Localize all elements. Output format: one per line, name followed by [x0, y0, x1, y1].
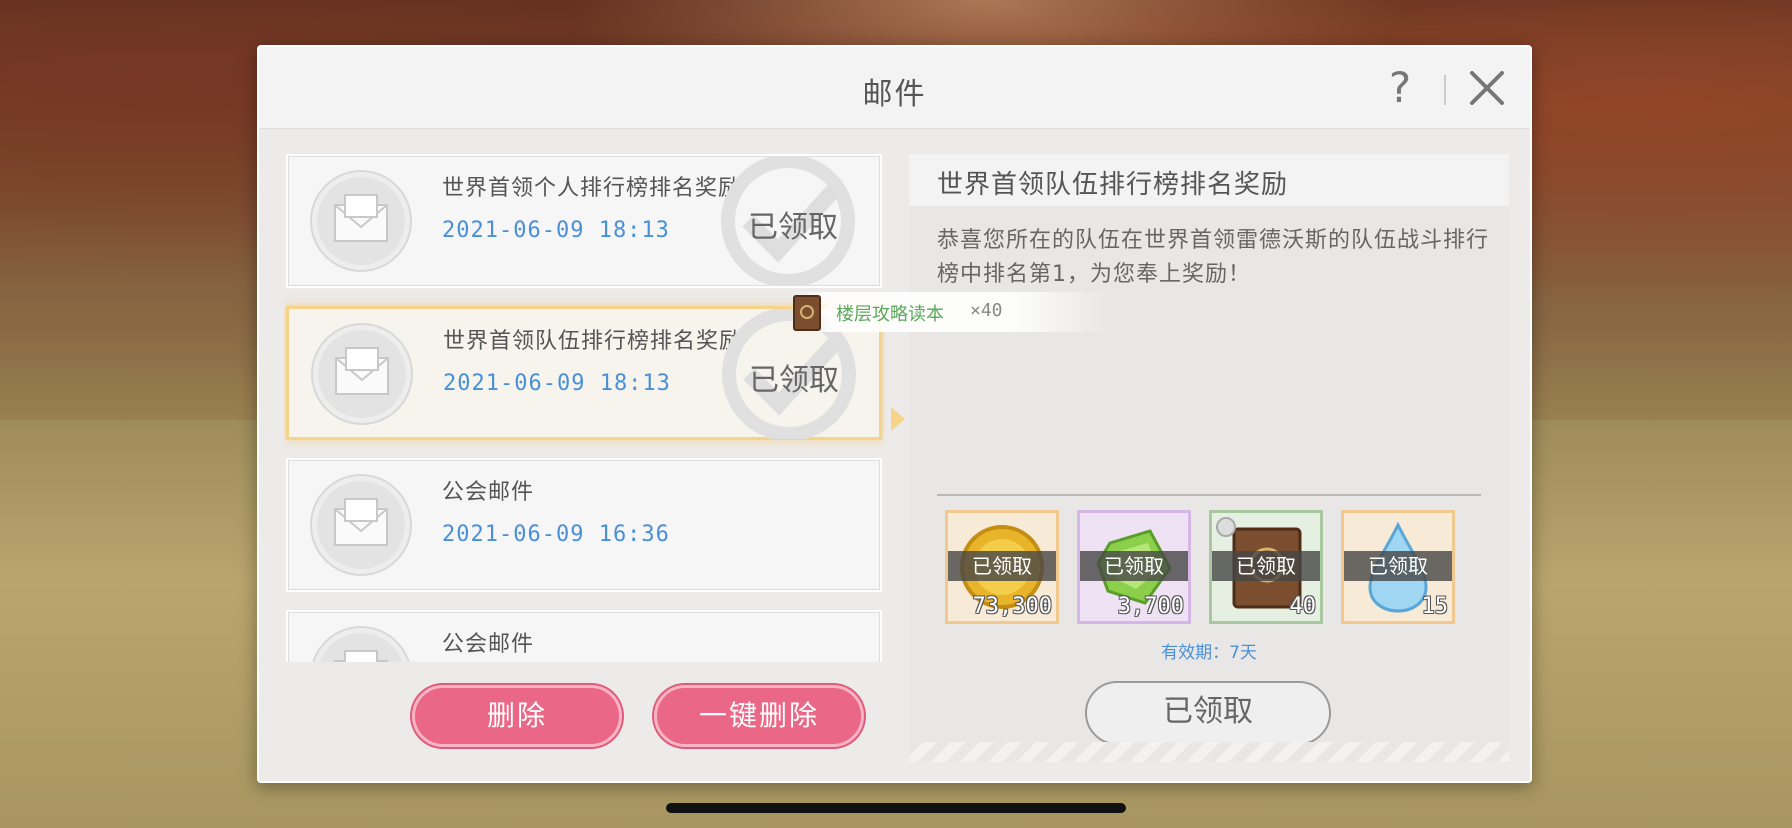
- help-icon[interactable]: ?: [1380, 65, 1420, 111]
- close-icon[interactable]: [1466, 67, 1508, 109]
- claimed-button[interactable]: 已领取: [1085, 681, 1331, 745]
- detail-title: 世界首领队伍排行榜排名奖励: [937, 170, 1289, 200]
- mail-title: 世界首领个人排行榜排名奖励: [442, 176, 742, 201]
- mail-avatar: [313, 325, 411, 423]
- book-icon: [793, 295, 821, 331]
- reward-item[interactable]: 已领取 40: [1209, 510, 1323, 624]
- mail-list[interactable]: 世界首领个人排行榜排名奖励 2021-06-09 18:13 已领取 世界首领队…: [284, 154, 885, 662]
- dialog-header: 邮件 ?: [259, 47, 1530, 129]
- mail-date: 2021-06-09 16:36: [442, 522, 670, 547]
- detail-body: 恭喜您所在的队伍在世界首领雷德沃斯的队伍战斗排行榜中排名第1，为您奉上奖励！: [937, 228, 1490, 287]
- reward-count: 73,300: [972, 594, 1052, 619]
- delete-button[interactable]: 删除: [412, 685, 622, 747]
- envelope-icon: [334, 194, 388, 242]
- tooltip-quantity: ×40: [970, 300, 1003, 321]
- reward-count: 15: [1421, 594, 1449, 619]
- mail-detail-panel: 世界首领队伍排行榜排名奖励 恭喜您所在的队伍在世界首领雷德沃斯的队伍战斗排行榜中…: [909, 154, 1509, 762]
- detail-header: 世界首领队伍排行榜排名奖励: [909, 154, 1509, 206]
- reward-item[interactable]: 已领取 73,300: [945, 510, 1059, 624]
- mail-status: 已领取: [748, 210, 838, 245]
- reward-claimed-label: 已领取: [1080, 551, 1188, 581]
- mail-status: 已领取: [749, 363, 839, 398]
- reward-count: 40: [1289, 594, 1317, 619]
- envelope-icon: [334, 498, 388, 546]
- selection-arrow-icon: [891, 407, 905, 431]
- tooltip-item-name: 楼层攻略读本: [836, 304, 944, 325]
- mail-date: 2021-06-09 18:13: [442, 218, 670, 243]
- header-divider: [1444, 75, 1446, 105]
- reward-item[interactable]: 已领取 3,700: [1077, 510, 1191, 624]
- home-indicator[interactable]: [666, 803, 1126, 813]
- mail-dialog: 邮件 ? 世界首领个人排行榜排名奖励 2021-06-09 18:13 已领取 …: [257, 45, 1532, 783]
- mail-avatar: [312, 172, 410, 270]
- mail-avatar: [312, 476, 410, 574]
- validity-text: 有效期：7天: [1161, 643, 1257, 663]
- mail-avatar: [312, 628, 410, 662]
- item-tooltip: 楼层攻略读本 ×40: [790, 292, 1110, 332]
- delete-all-button[interactable]: 一键删除: [654, 685, 864, 747]
- reward-item[interactable]: 已领取 15: [1341, 510, 1455, 624]
- mail-date: 2021-06-09 18:13: [443, 371, 671, 396]
- mail-item[interactable]: 公会邮件 2021-06-09 16:36: [286, 458, 882, 592]
- detail-footer-stripe: [909, 742, 1509, 762]
- reward-claimed-label: 已领取: [1344, 551, 1452, 581]
- envelope-icon: [335, 347, 389, 395]
- mail-title: 公会邮件: [442, 480, 535, 505]
- mail-title: 公会邮件: [442, 632, 535, 657]
- mail-title: 世界首领队伍排行榜排名奖励: [443, 329, 743, 354]
- reward-claimed-label: 已领取: [1212, 551, 1320, 581]
- detail-divider: [937, 494, 1481, 496]
- dialog-title: 邮件: [862, 77, 927, 112]
- mail-item[interactable]: 世界首领个人排行榜排名奖励 2021-06-09 18:13 已领取: [286, 154, 882, 288]
- mail-item[interactable]: 公会邮件: [286, 610, 882, 662]
- reward-count: 3,700: [1117, 594, 1184, 619]
- envelope-icon: [334, 650, 388, 662]
- reward-claimed-label: 已领取: [948, 551, 1056, 581]
